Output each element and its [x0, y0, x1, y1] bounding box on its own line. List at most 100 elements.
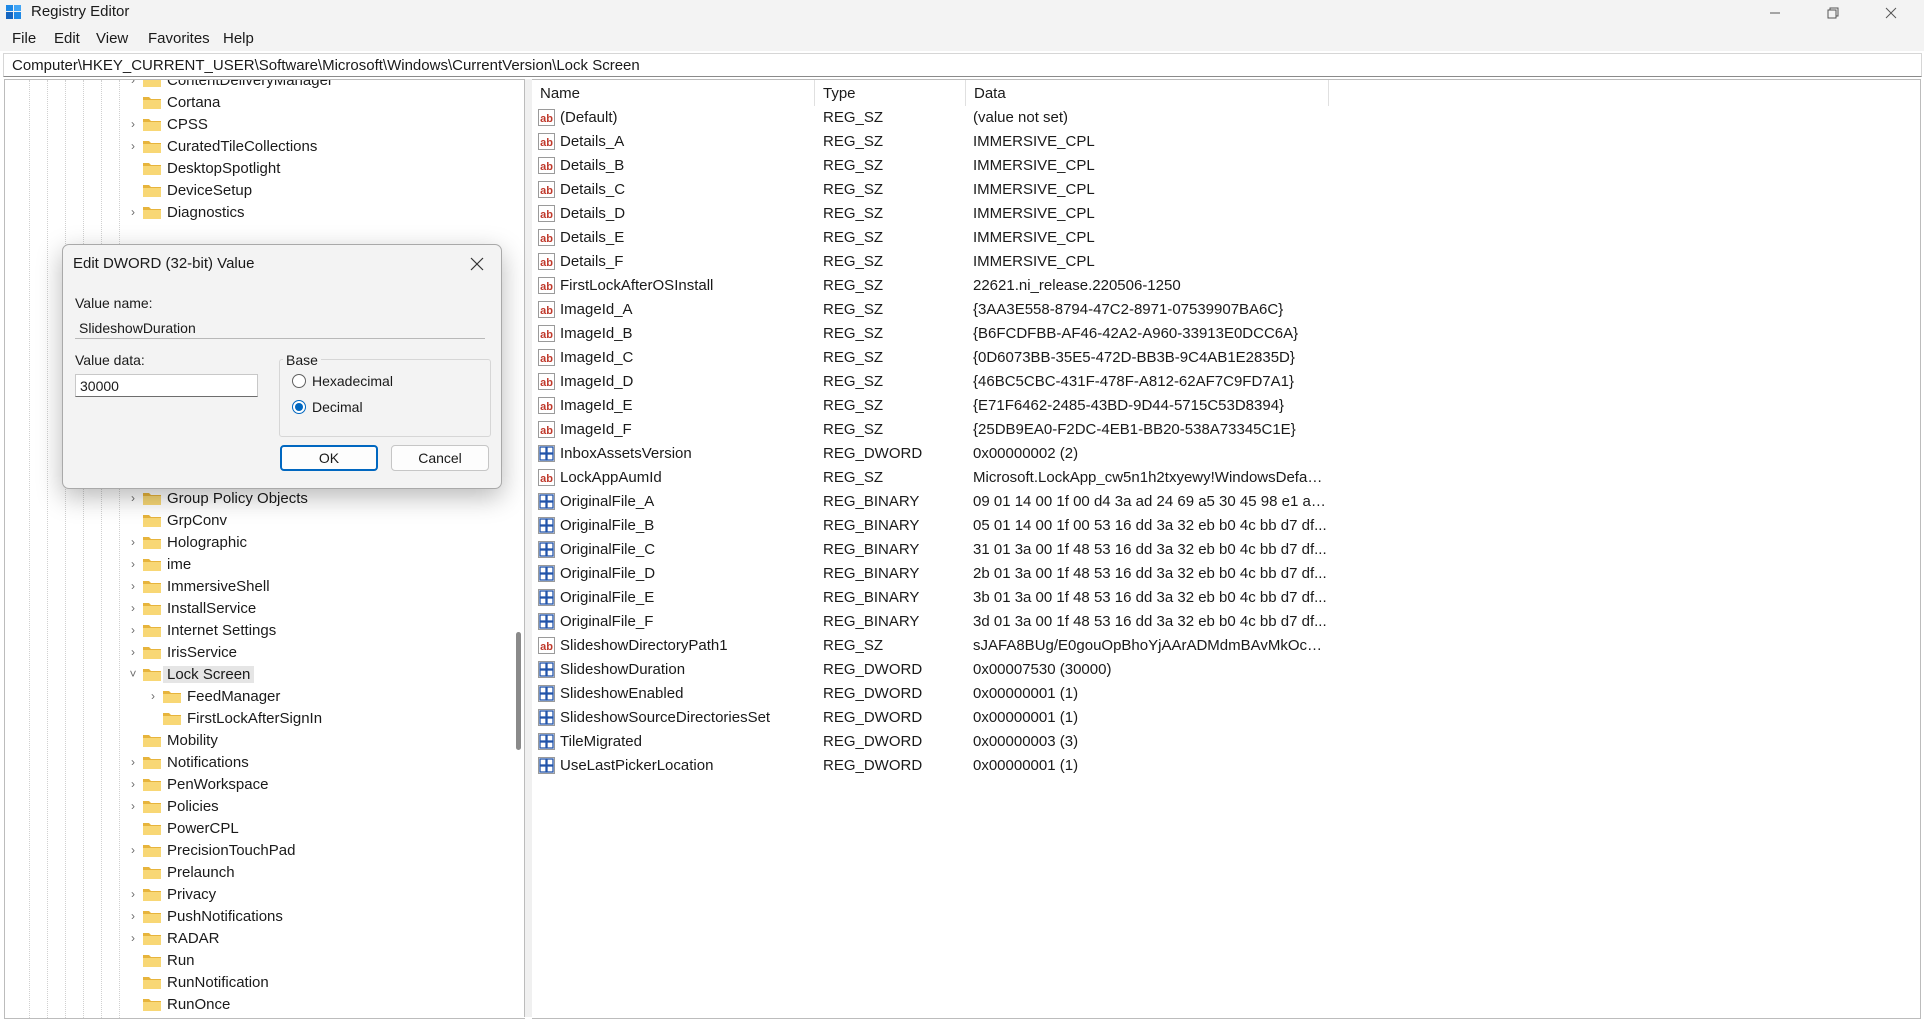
table-row[interactable]: UseLastPickerLocation REG_DWORD 0x00000001…	[532, 754, 1862, 778]
table-row[interactable]: ab SlideshowDirectoryPath1 REG_SZ sJAFA8BUg…	[532, 634, 1862, 658]
table-row[interactable]: ab Details_C REG_SZ IMMERSIVE_CPL	[532, 178, 1862, 202]
hexadecimal-radio-label[interactable]: Hexadecimal	[312, 373, 393, 389]
tree-node-label[interactable]: Policies	[167, 798, 219, 815]
column-separator[interactable]	[1328, 80, 1329, 106]
tree-node[interactable]: › FeedManager	[5, 686, 505, 708]
tree-node-label[interactable]: Group Policy Objects	[167, 490, 308, 507]
cancel-button[interactable]: Cancel	[391, 445, 489, 471]
column-header-name[interactable]: Name	[532, 80, 814, 106]
table-row[interactable]: ab ImageId_D REG_SZ {46BC5CBC-431F-478F-A81…	[532, 370, 1862, 394]
tree-node[interactable]: Run	[5, 950, 505, 972]
dialog-close-button[interactable]	[462, 251, 492, 277]
chevron-right-icon[interactable]: ›	[127, 843, 139, 857]
tree-node[interactable]: PowerCPL	[5, 818, 505, 840]
chevron-right-icon[interactable]: ›	[127, 491, 139, 505]
tree-node-label[interactable]: Diagnostics	[167, 204, 245, 221]
tree-node[interactable]: › Diagnostics	[5, 202, 505, 224]
tree-node[interactable]: › ImmersiveShell	[5, 576, 505, 598]
chevron-right-icon[interactable]: ›	[127, 579, 139, 593]
table-row[interactable]: SlideshowSourceDirectoriesSet REG_DWORD 0x…	[532, 706, 1862, 730]
chevron-right-icon[interactable]: ›	[127, 139, 139, 153]
tree-node-label[interactable]: ContentDeliveryManager	[167, 80, 333, 89]
chevron-right-icon[interactable]: ›	[127, 205, 139, 219]
menu-view[interactable]: View	[96, 30, 128, 47]
tree-node-label[interactable]: ImmersiveShell	[167, 578, 270, 595]
table-row[interactable]: ab ImageId_A REG_SZ {3AA3E558-8794-47C2-897…	[532, 298, 1862, 322]
chevron-right-icon[interactable]: ›	[127, 535, 139, 549]
tree-node[interactable]: › InstallService	[5, 598, 505, 620]
tree-node[interactable]: DesktopSpotlight	[5, 158, 505, 180]
table-row[interactable]: ab ImageId_B REG_SZ {B6FCDFBB-AF46-42A2-A96…	[532, 322, 1862, 346]
tree-node[interactable]: › Privacy	[5, 884, 505, 906]
chevron-right-icon[interactable]: ›	[127, 777, 139, 791]
tree-node-label[interactable]: InstallService	[167, 600, 256, 617]
value-data-field[interactable]	[75, 374, 258, 397]
menu-favorites[interactable]: Favorites	[148, 30, 210, 47]
chevron-down-icon[interactable]: ˅	[127, 667, 139, 681]
chevron-right-icon[interactable]: ›	[127, 557, 139, 571]
tree-node[interactable]: › Internet Settings	[5, 620, 505, 642]
tree-node[interactable]: › ContentDeliveryManager	[5, 80, 505, 92]
close-window-button[interactable]	[1862, 0, 1920, 25]
tree-node[interactable]: DeviceSetup	[5, 180, 505, 202]
tree-node[interactable]: › PushNotifications	[5, 906, 505, 928]
table-row[interactable]: OriginalFile_C REG_BINARY 31 01 3a 00 1f 4…	[532, 538, 1862, 562]
minimize-button[interactable]	[1746, 0, 1804, 25]
decimal-radio[interactable]	[292, 400, 306, 414]
chevron-right-icon[interactable]: ›	[127, 909, 139, 923]
maximize-button[interactable]	[1804, 0, 1862, 25]
registry-values-list[interactable]: Name Type Data ab (Default) REG_SZ (value n…	[532, 79, 1921, 1019]
tree-node-label[interactable]: Privacy	[167, 886, 216, 903]
tree-node-label[interactable]: Mobility	[167, 732, 218, 749]
table-row[interactable]: ab Details_B REG_SZ IMMERSIVE_CPL	[532, 154, 1862, 178]
tree-node-label[interactable]: ime	[167, 556, 191, 573]
tree-node-label[interactable]: CPSS	[167, 116, 208, 133]
tree-node-label[interactable]: CuratedTileCollections	[167, 138, 317, 155]
tree-node-label[interactable]: GrpConv	[167, 512, 227, 529]
table-row[interactable]: OriginalFile_E REG_BINARY 3b 01 3a 00 1f 4…	[532, 586, 1862, 610]
tree-node-label[interactable]: PrecisionTouchPad	[167, 842, 295, 859]
tree-node-label[interactable]: Cortana	[167, 94, 220, 111]
table-row[interactable]: ab Details_D REG_SZ IMMERSIVE_CPL	[532, 202, 1862, 226]
value-name-field[interactable]	[75, 317, 485, 339]
tree-node-label[interactable]: PowerCPL	[167, 820, 239, 837]
tree-node-label[interactable]: Holographic	[167, 534, 247, 551]
tree-node[interactable]: › IrisService	[5, 642, 505, 664]
tree-scrollbar-thumb[interactable]	[516, 632, 521, 750]
tree-node[interactable]: › ime	[5, 554, 505, 576]
tree-node-label[interactable]: Notifications	[167, 754, 249, 771]
chevron-right-icon[interactable]: ›	[127, 623, 139, 637]
table-row[interactable]: TileMigrated REG_DWORD 0x00000003 (3)	[532, 730, 1862, 754]
table-row[interactable]: OriginalFile_F REG_BINARY 3d 01 3a 00 1f 4…	[532, 610, 1862, 634]
column-header-type[interactable]: Type	[815, 80, 965, 106]
table-row[interactable]: ab LockAppAumId REG_SZ Microsoft.LockApp_cw…	[532, 466, 1862, 490]
tree-node[interactable]: Cortana	[5, 92, 505, 114]
chevron-right-icon[interactable]: ›	[127, 755, 139, 769]
registry-key-tree[interactable]: › ContentDeliveryManager Cortana › CPSS › Cura…	[4, 79, 525, 1019]
table-row[interactable]: ab ImageId_C REG_SZ {0D6073BB-35E5-472D-BB3…	[532, 346, 1862, 370]
tree-node-label[interactable]: FirstLockAfterSignIn	[187, 710, 322, 727]
tree-node[interactable]: › Holographic	[5, 532, 505, 554]
table-row[interactable]: OriginalFile_D REG_BINARY 2b 01 3a 00 1f 4…	[532, 562, 1862, 586]
tree-node-label[interactable]: Internet Settings	[167, 622, 276, 639]
table-row[interactable]: ab (Default) REG_SZ (value not set)	[532, 106, 1862, 130]
tree-node[interactable]: › PrecisionTouchPad	[5, 840, 505, 862]
ok-button[interactable]: OK	[280, 445, 378, 471]
tree-node[interactable]: › Notifications	[5, 752, 505, 774]
table-row[interactable]: ab Details_A REG_SZ IMMERSIVE_CPL	[532, 130, 1862, 154]
tree-node[interactable]: › CPSS	[5, 114, 505, 136]
chevron-right-icon[interactable]: ›	[127, 645, 139, 659]
tree-node[interactable]: › Policies	[5, 796, 505, 818]
tree-node[interactable]: RunNotification	[5, 972, 505, 994]
table-row[interactable]: SlideshowEnabled REG_DWORD 0x00000001 (1)	[532, 682, 1862, 706]
menu-file[interactable]: File	[12, 30, 36, 47]
address-bar[interactable]: Computer\HKEY_CURRENT_USER\Software\Micr…	[3, 53, 1922, 77]
tree-node-label[interactable]: DeviceSetup	[167, 182, 252, 199]
chevron-right-icon[interactable]: ›	[127, 601, 139, 615]
column-header-data[interactable]: Data	[966, 80, 1328, 106]
tree-node-label[interactable]: DesktopSpotlight	[167, 160, 280, 177]
chevron-right-icon[interactable]: ›	[147, 689, 159, 703]
table-row[interactable]: OriginalFile_A REG_BINARY 09 01 14 00 1f 0…	[532, 490, 1862, 514]
tree-node[interactable]: › CuratedTileCollections	[5, 136, 505, 158]
tree-node[interactable]: GrpConv	[5, 510, 505, 532]
